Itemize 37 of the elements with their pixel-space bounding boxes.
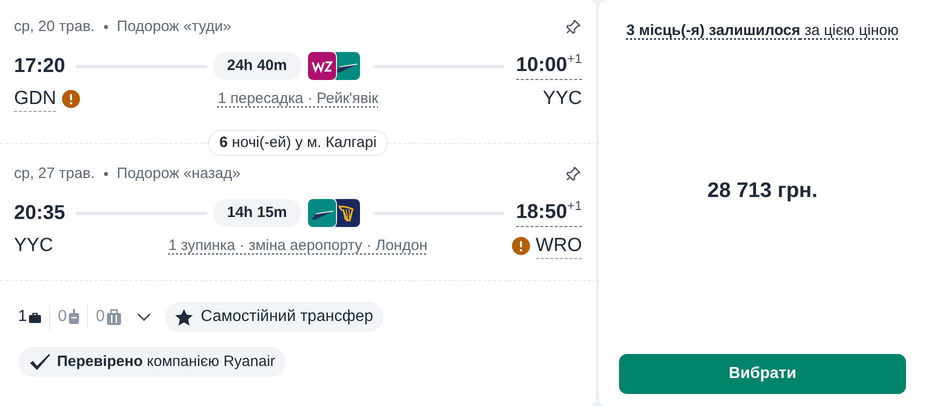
departure-time: 20:35 <box>14 201 66 226</box>
warning-icon <box>512 237 530 255</box>
suitcase-icon <box>68 309 79 325</box>
arrival-time: 10:00 <box>516 53 568 78</box>
stay-pill: 6 ночі(-ей) у м. Калгарі <box>208 130 388 156</box>
arrival-airport-code: YYC <box>542 87 582 111</box>
duration-pill: 24h 40m <box>212 52 302 80</box>
flight-date: ср, 20 трав. <box>14 16 95 37</box>
chevron-down-icon[interactable] <box>136 312 151 322</box>
checkmark-icon <box>29 354 51 370</box>
baggage-count: 0 <box>58 307 67 327</box>
day-offset: +1 <box>567 199 582 213</box>
arrival-airport-code: WRO <box>536 234 582 258</box>
departure-airport-code: YYC <box>14 234 54 258</box>
transfer-label: Самостійний трансфер <box>200 307 374 327</box>
departure-airport-code: GDN <box>14 86 56 112</box>
bag-icon <box>28 312 41 322</box>
pin-icon[interactable] <box>564 18 582 36</box>
star-icon <box>174 308 193 326</box>
select-button[interactable]: Вибрати <box>619 354 906 394</box>
price: 28 713 грн. <box>707 178 818 204</box>
stops-link[interactable]: 1 зупинка · зміна аеропорту · Лондон <box>168 234 428 258</box>
warning-icon <box>62 90 80 108</box>
luggage-icon <box>106 309 121 325</box>
day-offset: +1 <box>567 52 582 66</box>
stops-link[interactable]: 1 пересадка · Рейк'явік <box>218 88 378 110</box>
duration-pill: 14h 15m <box>212 199 302 227</box>
verified-label: Перевірено компанією Ryanair <box>57 352 276 372</box>
flight-date: ср, 27 трав. <box>14 164 95 184</box>
pin-icon[interactable] <box>564 165 582 183</box>
baggage-count: 0 <box>96 307 105 327</box>
trip-direction: Подорож «назад» <box>116 164 240 184</box>
seats-left-note: 3 місць(-я) залишилося за цією ціною <box>626 21 899 41</box>
baggage-count: 1 <box>18 307 27 327</box>
arrival-time: 18:50 <box>516 200 568 225</box>
departure-time: 17:20 <box>14 54 66 79</box>
trip-direction: Подорож «туди» <box>116 16 232 37</box>
